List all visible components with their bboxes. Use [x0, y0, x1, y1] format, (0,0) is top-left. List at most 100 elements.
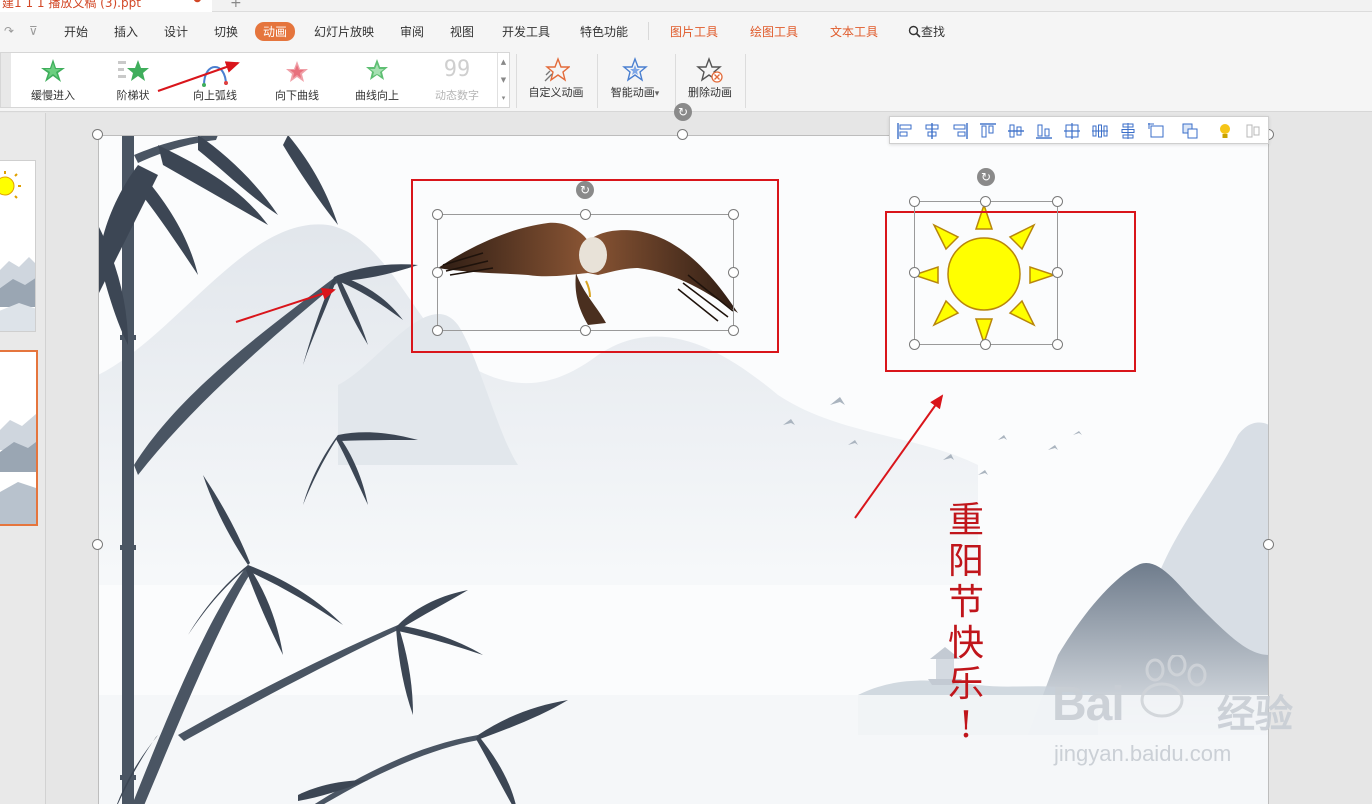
gallery-item-curve-up[interactable]: 曲线向上: [337, 55, 417, 105]
align-both-center-icon[interactable]: [1063, 122, 1081, 140]
tab-view[interactable]: 视图: [450, 23, 474, 40]
watermark-brand-cn: 经验: [1217, 692, 1294, 736]
distribute-vertical-icon[interactable]: [1119, 122, 1137, 140]
eagle-selection-box: [437, 214, 734, 331]
gallery-item-slow-enter[interactable]: 缓慢进入: [13, 55, 93, 105]
sun-resize-handle[interactable]: [909, 339, 920, 350]
sun-resize-handle[interactable]: [980, 196, 991, 207]
eagle-resize-handle[interactable]: [580, 209, 591, 220]
sun-selection-box: [914, 201, 1058, 345]
greeting-char: 节: [947, 582, 984, 623]
align-middle-icon[interactable]: [1007, 122, 1025, 140]
tab-drawing-tools[interactable]: 绘图工具: [750, 23, 798, 40]
sun-resize-handle[interactable]: [909, 267, 920, 278]
tab-special-features[interactable]: 特色功能: [580, 23, 628, 40]
custom-animation-button[interactable]: 自定义动画: [524, 54, 588, 106]
menu-divider: [648, 22, 649, 40]
ribbon-divider: [745, 54, 746, 108]
pink-star-curve-icon: [257, 55, 337, 87]
align-right-icon[interactable]: [951, 122, 969, 140]
distribute-horizontal-icon[interactable]: [1091, 122, 1109, 140]
slide-thumbnail-2-active[interactable]: [0, 350, 38, 526]
green-star-icon: [13, 55, 93, 87]
tab-animation[interactable]: 动画: [255, 22, 296, 41]
menu-bar: ↷ ⊽ 开始 插入 设计 切换 动画 幻灯片放映 审阅 视图 开发工具 特色功能…: [0, 12, 1372, 50]
baidu-jingyan-watermark: Bai 经验 jingyan.baidu.com: [1052, 653, 1302, 775]
gallery-scroll-arrows[interactable]: ▲ ▼ ▾: [497, 53, 509, 107]
smart-animation-button[interactable]: 智能动画▾: [603, 54, 667, 106]
eagle-resize-handle[interactable]: [728, 209, 739, 220]
sun-resize-handle[interactable]: [1052, 267, 1063, 278]
tab-picture-tools[interactable]: 图片工具: [670, 23, 718, 40]
slide-resize-handle[interactable]: [92, 129, 103, 140]
slide-rotate-icon[interactable]: ↻: [674, 103, 692, 121]
quick-access-more-icon[interactable]: ⊽: [29, 24, 38, 38]
custom-animation-icon: [524, 54, 588, 84]
sun-rotate-icon[interactable]: ↻: [977, 168, 995, 186]
ribbon-divider: [597, 54, 598, 108]
annotation-arrow-sun: [854, 394, 944, 519]
ribbon-divider: [675, 54, 676, 108]
tab-developer[interactable]: 开发工具: [502, 23, 550, 40]
gallery-left-scroll[interactable]: [1, 53, 11, 107]
gallery-item-label: 向下曲线: [275, 89, 319, 102]
watermark-brand: Bai: [1052, 678, 1125, 731]
slide-resize-handle[interactable]: [1263, 539, 1274, 550]
eagle-resize-handle[interactable]: [728, 267, 739, 278]
gallery-item-label: 曲线向上: [355, 89, 399, 102]
greeting-char: 阳: [947, 541, 984, 582]
align-top-icon[interactable]: [979, 122, 997, 140]
tab-home[interactable]: 开始: [64, 23, 88, 40]
eagle-rotate-icon[interactable]: ↻: [576, 181, 594, 199]
search-label: 查找: [921, 25, 946, 39]
eagle-resize-handle[interactable]: [728, 325, 739, 336]
redo-icon[interactable]: ↷: [4, 24, 14, 38]
sun-resize-handle[interactable]: [980, 339, 991, 350]
dynamic-number-glyph: 99: [443, 57, 471, 82]
tab-insert[interactable]: 插入: [114, 23, 138, 40]
tab-slideshow[interactable]: 幻灯片放映: [314, 23, 374, 40]
new-tab-icon[interactable]: +: [230, 0, 242, 11]
collapse-toolbar-icon[interactable]: [1244, 122, 1262, 140]
lightbulb-icon[interactable]: [1216, 122, 1234, 140]
thumbnail-preview: [0, 414, 36, 524]
gallery-item-curve-down[interactable]: 向下曲线: [257, 55, 337, 105]
annotation-arrow-eagle: [235, 288, 336, 323]
eagle-resize-handle[interactable]: [432, 209, 443, 220]
smart-animation-icon: [603, 54, 667, 84]
slide-thumbnail-1[interactable]: [0, 160, 36, 332]
sun-resize-handle[interactable]: [1052, 196, 1063, 207]
group-objects-icon[interactable]: [1181, 122, 1199, 140]
eagle-resize-handle[interactable]: [432, 325, 443, 336]
slide-resize-handle[interactable]: [677, 129, 688, 140]
align-to-slide-icon[interactable]: [1147, 122, 1165, 140]
gallery-item-dynamic-number[interactable]: 99 动态数字: [417, 55, 497, 105]
sun-resize-handle[interactable]: [909, 196, 920, 207]
search-button[interactable]: 查找: [908, 23, 945, 40]
greeting-vertical-text[interactable]: 重 阳 节 快 乐 !: [944, 500, 988, 746]
eagle-resize-handle[interactable]: [580, 325, 591, 336]
green-star-curve-icon: [337, 55, 417, 87]
tab-transition[interactable]: 切换: [214, 23, 238, 40]
ribbon-divider: [516, 54, 517, 108]
eagle-resize-handle[interactable]: [432, 267, 443, 278]
tab-review[interactable]: 审阅: [400, 23, 424, 40]
align-left-icon[interactable]: [896, 122, 914, 140]
document-tab[interactable]: 建1 1 1 播放文稿 (3).ppt ●: [0, 0, 212, 12]
tab-text-tools[interactable]: 文本工具: [830, 23, 878, 40]
align-bottom-icon[interactable]: [1035, 122, 1053, 140]
annotation-arrow-ribbon: [157, 61, 240, 92]
smart-animation-dropdown-icon[interactable]: ▾: [655, 89, 660, 99]
align-toolbar: [889, 116, 1269, 144]
delete-animation-label: 删除动画: [688, 86, 732, 99]
sun-resize-handle[interactable]: [1052, 339, 1063, 350]
tab-design[interactable]: 设计: [164, 23, 188, 40]
slide-resize-handle[interactable]: [92, 539, 103, 550]
greeting-char: 重: [947, 500, 984, 541]
smart-animation-label: 智能动画▾: [610, 86, 660, 99]
gallery-item-label: 缓慢进入: [31, 89, 75, 102]
align-center-icon[interactable]: [923, 122, 941, 140]
unsaved-dot-icon[interactable]: ●: [193, 0, 202, 4]
thumbnail-preview: [0, 171, 35, 331]
delete-animation-button[interactable]: 删除动画: [682, 54, 738, 106]
